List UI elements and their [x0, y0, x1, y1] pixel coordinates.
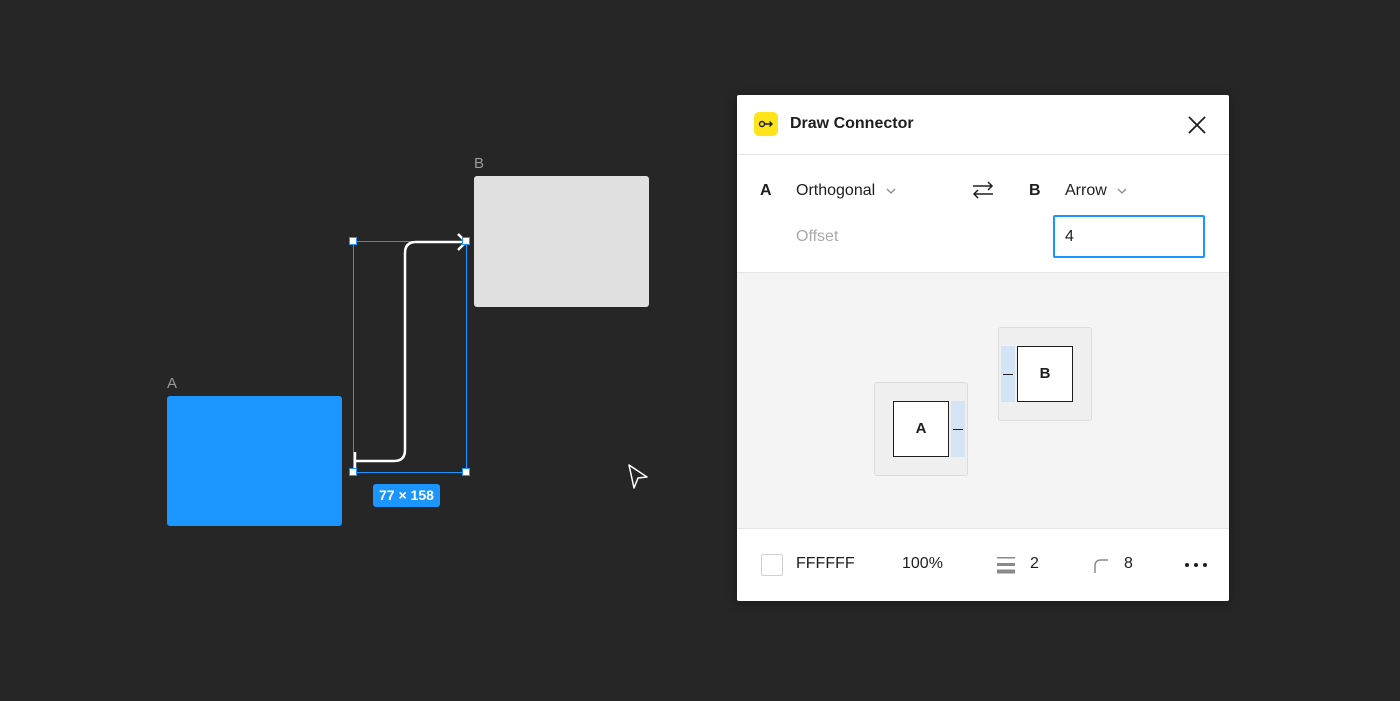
preview-frame-a: A — [874, 382, 968, 476]
preview-tick-b — [1003, 374, 1013, 375]
frame-b[interactable] — [474, 176, 649, 307]
more-dots-icon — [1185, 563, 1207, 567]
offset-input[interactable] — [1053, 215, 1205, 258]
connector-preview: A B — [737, 273, 1229, 529]
side-a-style-dropdown[interactable]: Orthogonal — [796, 182, 896, 200]
preview-tick-a — [953, 429, 963, 430]
draw-connector-panel: Draw Connector A Orthogonal B Arrow Offs… — [737, 95, 1229, 601]
frame-a[interactable] — [167, 396, 342, 526]
panel-footer: FFFFFF 100% 2 8 — [737, 529, 1229, 601]
selection-handle-bottom-right[interactable] — [462, 468, 470, 476]
side-a-style-value: Orthogonal — [796, 182, 876, 199]
side-b-style-dropdown[interactable]: Arrow — [1065, 182, 1127, 200]
panel-header: Draw Connector — [737, 95, 1229, 155]
connector-line[interactable] — [355, 240, 466, 463]
swap-sides-button[interactable] — [970, 177, 996, 203]
frame-b-label: B — [474, 155, 485, 172]
stroke-weight-icon — [997, 557, 1015, 574]
selection-bounds — [353, 241, 467, 473]
close-icon — [1188, 116, 1206, 134]
preview-frame-b: B — [998, 327, 1092, 421]
preview-box-a: A — [893, 401, 949, 457]
chevron-down-icon — [1117, 188, 1127, 194]
swap-arrows-icon — [972, 181, 994, 199]
preview-box-b: B — [1017, 346, 1073, 402]
side-b-style-value: Arrow — [1065, 182, 1107, 199]
selection-handle-top-left[interactable] — [349, 237, 357, 245]
corner-radius-value[interactable]: 8 — [1124, 555, 1133, 573]
connector-icon — [754, 112, 778, 136]
chevron-down-icon — [886, 188, 896, 194]
stroke-color-swatch[interactable] — [761, 554, 783, 576]
selection-handle-bottom-left[interactable] — [349, 468, 357, 476]
mouse-cursor-icon — [628, 464, 648, 489]
panel-title: Draw Connector — [790, 115, 914, 132]
offset-label: Offset — [796, 228, 839, 245]
side-b-letter: B — [1029, 182, 1041, 199]
close-button[interactable] — [1185, 113, 1209, 137]
frame-a-label: A — [167, 375, 178, 392]
side-a-letter: A — [760, 182, 772, 199]
corner-radius-icon — [1094, 559, 1108, 573]
design-canvas[interactable]: A B 77 × 158 Draw Connector A Orthogonal… — [0, 0, 1400, 701]
stroke-opacity[interactable]: 100% — [902, 555, 943, 573]
stroke-color-hex[interactable]: FFFFFF — [796, 555, 855, 573]
selection-handle-top-right[interactable] — [462, 237, 470, 245]
stroke-weight-value[interactable]: 2 — [1030, 555, 1039, 573]
more-options-button[interactable] — [1183, 555, 1209, 575]
selection-size-badge: 77 × 158 — [373, 484, 440, 507]
